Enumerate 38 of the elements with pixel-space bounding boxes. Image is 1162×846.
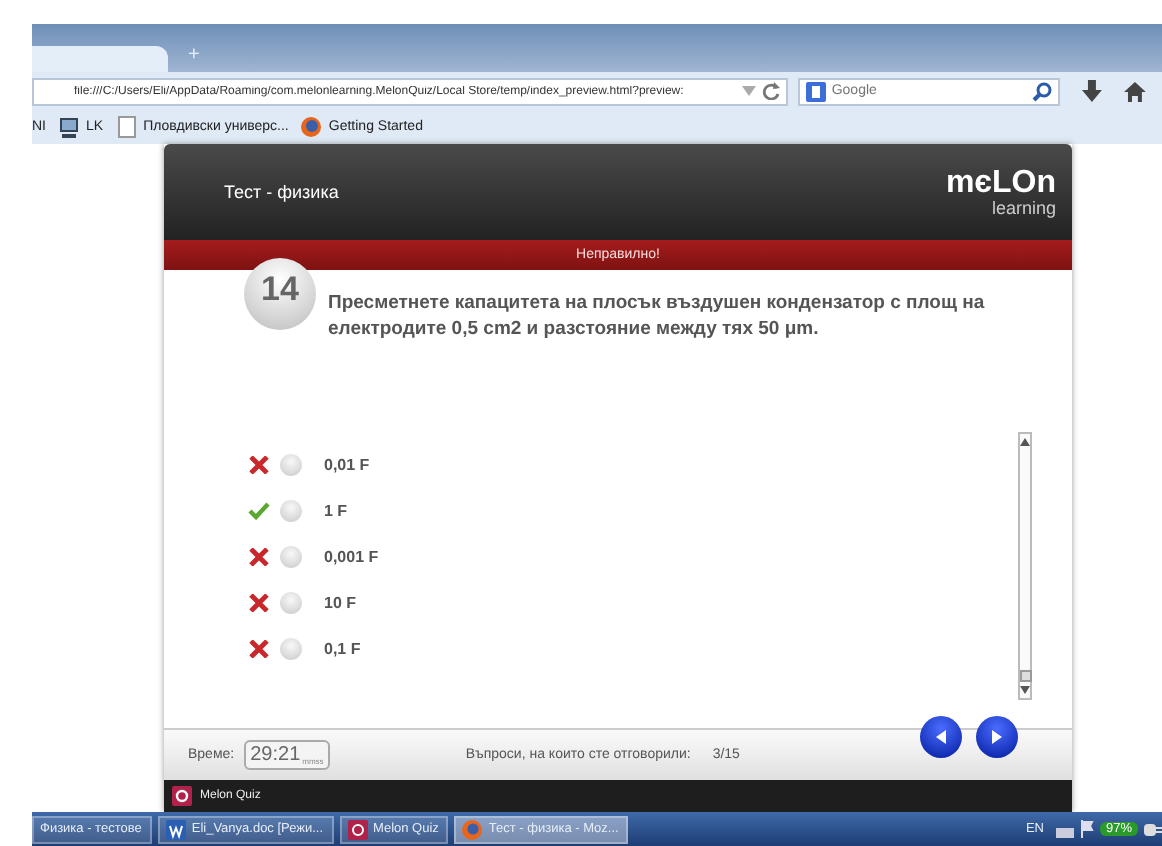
previous-button[interactable] (920, 716, 962, 758)
radio-button[interactable] (280, 546, 302, 568)
app-icon (172, 786, 192, 806)
app-icon (347, 819, 368, 839)
left-arrow-icon (936, 730, 946, 744)
browser-tab[interactable] (32, 46, 168, 72)
document-icon (165, 819, 186, 839)
radio-button[interactable] (280, 454, 302, 476)
question-number: 14 (244, 258, 316, 330)
computer-icon (58, 116, 80, 138)
home-icon (1124, 81, 1146, 101)
answer-label: 0,01 F (324, 456, 370, 474)
radio-button[interactable] (280, 592, 302, 614)
radio-button[interactable] (280, 500, 302, 522)
radio-button[interactable] (280, 638, 302, 660)
search-engine-icon (805, 81, 826, 101)
scroll-up-icon (1020, 438, 1030, 446)
reload-icon (761, 82, 780, 100)
search-icon (1032, 81, 1053, 101)
browser-logo-icon (300, 116, 323, 138)
dropdown-icon (741, 86, 756, 96)
question-text: Пресметнете капацитета на плосък въздушен кондензатор с площ на електродите 0,5 cm2 и разстояние между тях 50 μm. (328, 290, 987, 342)
right-arrow-icon (992, 730, 1002, 744)
browser-logo-icon (462, 819, 483, 839)
next-button[interactable] (976, 716, 1018, 758)
answer-label: 1 F (324, 502, 348, 520)
flag-icon (1079, 820, 1094, 838)
quiz-title: Тест - физика (224, 182, 339, 202)
scroll-thumb[interactable] (1019, 670, 1031, 682)
scroll-down-icon (1020, 686, 1030, 694)
answer-label: 10 F (324, 594, 357, 612)
page-icon (115, 116, 138, 138)
plug-icon (1144, 821, 1162, 837)
logo: mєLOn learning (945, 167, 1056, 217)
scrollbar[interactable] (1018, 432, 1032, 700)
answer-label: 0,1 F (324, 640, 361, 658)
download-icon (1082, 80, 1103, 102)
answer-label: 0,001 F (324, 548, 379, 566)
